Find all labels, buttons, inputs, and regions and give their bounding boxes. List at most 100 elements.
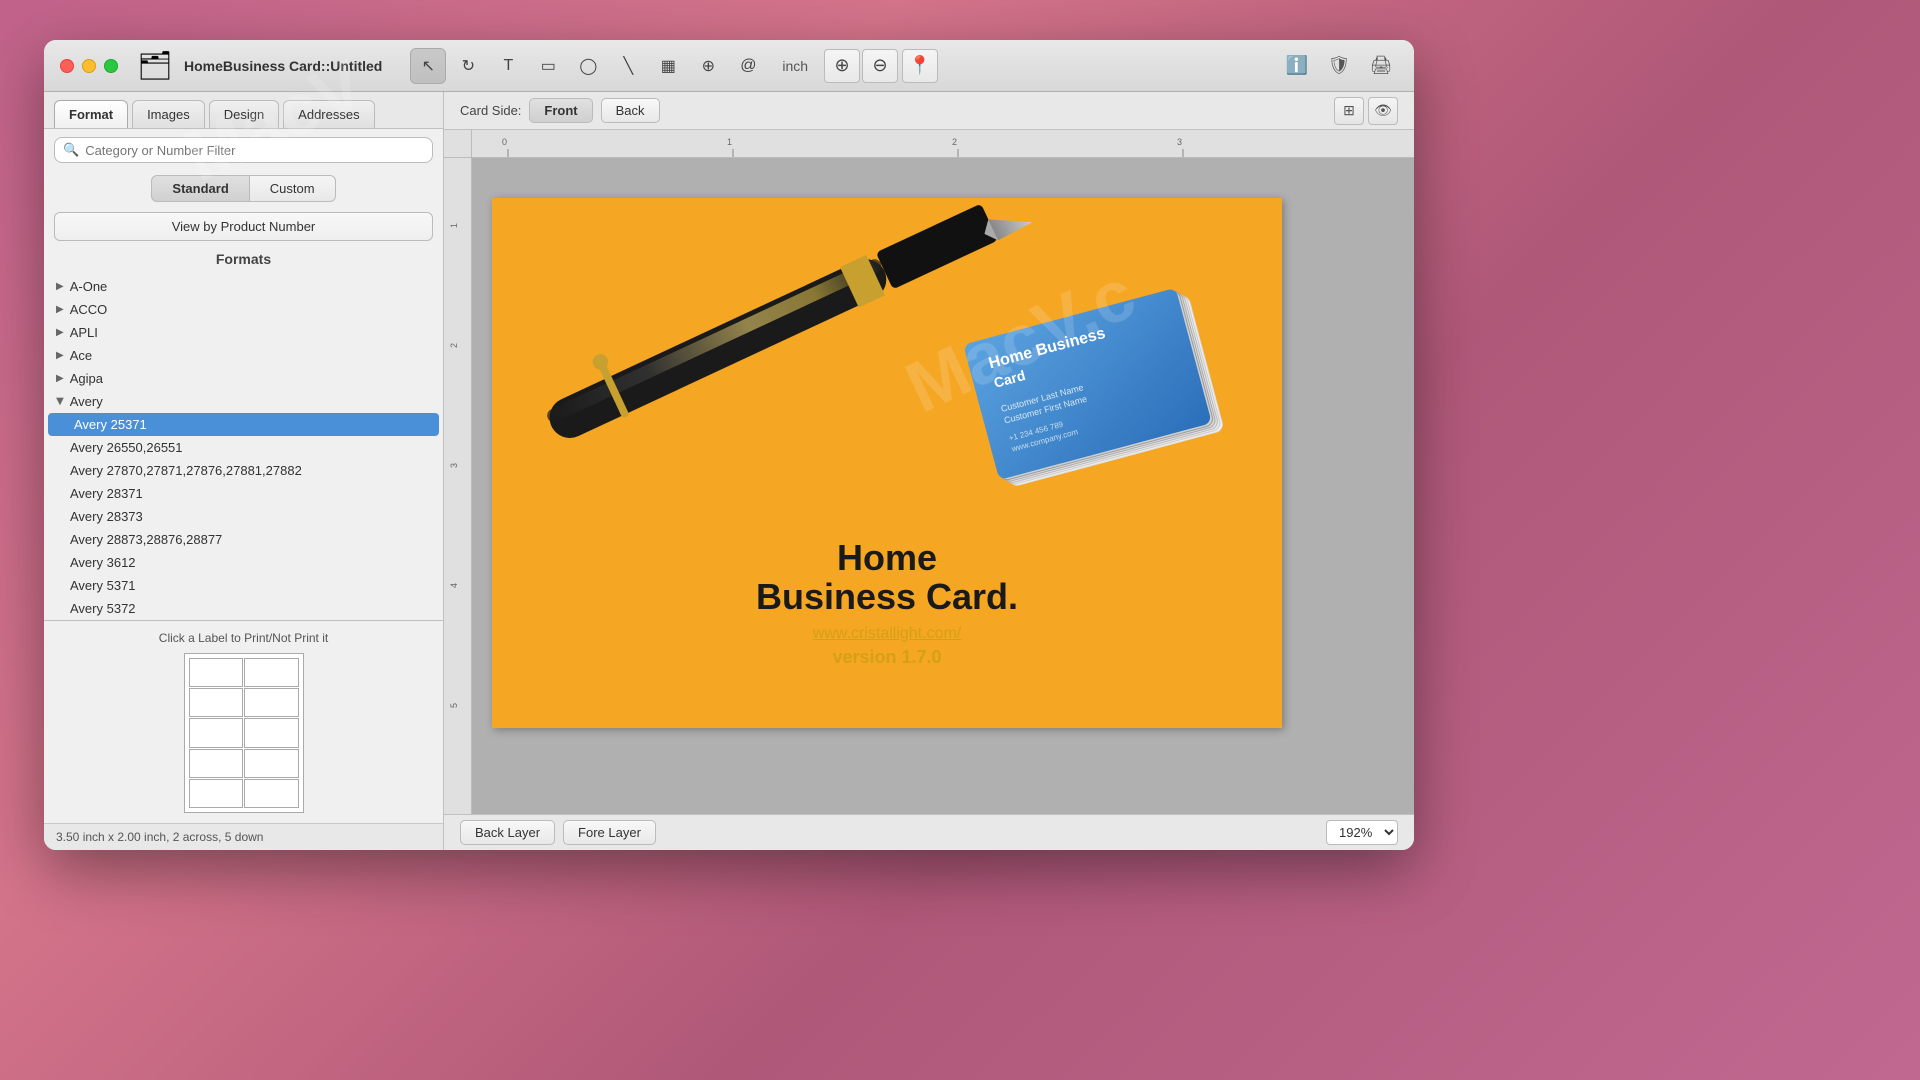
label-cell[interactable] <box>189 688 244 717</box>
shield-button[interactable]: 🛡 <box>1322 49 1356 83</box>
close-button[interactable] <box>60 59 74 73</box>
category-apli[interactable]: ▶ APLI <box>44 321 443 344</box>
fore-layer-button[interactable]: Fore Layer <box>563 820 656 845</box>
window-title: HomeBusiness Card::Untitled <box>184 58 382 74</box>
tab-images[interactable]: Images <box>132 100 205 128</box>
main-area: Card Side: Front Back ⊞ 👁 0 <box>444 92 1414 850</box>
view-product-button[interactable]: View by Product Number <box>54 212 433 241</box>
format-avery-3612[interactable]: Avery 3612 <box>44 551 443 574</box>
search-input[interactable] <box>85 143 424 158</box>
format-avery-5371[interactable]: Avery 5371 <box>44 574 443 597</box>
card-side-bar: Card Side: Front Back ⊞ 👁 <box>444 92 1414 130</box>
category-a-one[interactable]: ▶ A-One <box>44 275 443 298</box>
label-cell[interactable] <box>189 779 244 808</box>
zoom-select[interactable]: 192% 100% 150% 200% <box>1326 820 1398 845</box>
category-acco[interactable]: ▶ ACCO <box>44 298 443 321</box>
svg-text:1: 1 <box>727 137 732 147</box>
maximize-button[interactable] <box>104 59 118 73</box>
label-cell[interactable] <box>189 718 244 747</box>
svg-text:4: 4 <box>449 583 459 588</box>
tab-format[interactable]: Format <box>54 100 128 128</box>
barcode-tool-button[interactable]: ▦ <box>650 48 686 84</box>
search-input-wrap: 🔍 <box>54 137 433 163</box>
format-avery-28371[interactable]: Avery 28371 <box>44 482 443 505</box>
zoom-in-button[interactable]: ⊕ <box>824 49 860 83</box>
zoom-select-wrap: 192% 100% 150% 200% <box>1326 820 1398 845</box>
format-avery-28373[interactable]: Avery 28373 <box>44 505 443 528</box>
product-version: version 1.7.0 <box>492 647 1282 668</box>
line-tool-button[interactable]: ╲ <box>610 48 646 84</box>
minimize-button[interactable] <box>82 59 96 73</box>
toolbar: ↖ ↻ T ▭ ◯ ╲ ▦ ⊕ @ <box>410 48 766 84</box>
label-preview <box>184 653 304 813</box>
right-view-buttons: ⊞ 👁 <box>1334 97 1398 125</box>
rect-tool-button[interactable]: ▭ <box>530 48 566 84</box>
chevron-icon: ▶ <box>56 373 64 384</box>
sidebar: Format Images Design Addresses 🔍 Standar… <box>44 92 444 850</box>
pin-button[interactable]: 📍 <box>902 49 938 83</box>
product-title-line1: Home Business Card. <box>492 538 1282 617</box>
info-button[interactable]: ℹ️ <box>1280 49 1314 83</box>
canvas-wrapper: 0 1 2 3 1 2 3 <box>444 130 1414 814</box>
tab-addresses[interactable]: Addresses <box>283 100 374 128</box>
svg-text:0: 0 <box>502 137 507 147</box>
format-avery-5372[interactable]: Avery 5372 <box>44 597 443 620</box>
app-icon: 🗂 <box>134 45 176 87</box>
traffic-lights <box>60 59 118 73</box>
category-label: Ace <box>70 348 92 363</box>
toggle-bar: Standard Custom <box>44 171 443 206</box>
tab-design[interactable]: Design <box>209 100 279 128</box>
svg-text:1: 1 <box>449 223 459 228</box>
canvas-background[interactable]: Home Business Card Customer Last Name Cu… <box>472 158 1414 814</box>
titlebar: 🗂 HomeBusiness Card::Untitled ↖ ↻ T ▭ ◯ … <box>44 40 1414 92</box>
oval-tool-button[interactable]: ◯ <box>570 48 606 84</box>
preview-button[interactable]: 👁 <box>1368 97 1398 125</box>
front-side-button[interactable]: Front <box>529 98 592 123</box>
cursor-tool-button[interactable]: ↖ <box>410 48 446 84</box>
format-avery-27870[interactable]: Avery 27870,27871,27876,27881,27882 <box>44 459 443 482</box>
formats-header: Formats <box>44 247 443 273</box>
bottom-section: Click a Label to Print/Not Print it <box>44 620 443 823</box>
right-toolbar: ℹ️ 🛡 🖨 <box>1280 49 1398 83</box>
label-cell[interactable] <box>244 658 299 687</box>
content-area: Format Images Design Addresses 🔍 Standar… <box>44 92 1414 850</box>
format-avery-26550[interactable]: Avery 26550,26551 <box>44 436 443 459</box>
back-side-button[interactable]: Back <box>601 98 660 123</box>
ruler-corner <box>444 130 472 158</box>
click-label-instruction: Click a Label to Print/Not Print it <box>54 631 433 645</box>
shape-tool-button[interactable]: ⊕ <box>690 48 726 84</box>
status-bar: 3.50 inch x 2.00 inch, 2 across, 5 down <box>44 823 443 850</box>
print-button[interactable]: 🖨 <box>1364 49 1398 83</box>
formats-list: ▶ A-One ▶ ACCO ▶ APLI ▶ Ace ▶ Agipa <box>44 273 443 620</box>
label-cell[interactable] <box>189 749 244 778</box>
chevron-open-icon: ▶ <box>54 398 65 406</box>
category-avery[interactable]: ▶ Avery <box>44 390 443 413</box>
grid-view-button[interactable]: ⊞ <box>1334 97 1364 125</box>
category-label: ACCO <box>70 302 108 317</box>
zoom-out-button[interactable]: ⊖ <box>862 49 898 83</box>
label-cell[interactable] <box>244 688 299 717</box>
category-ace[interactable]: ▶ Ace <box>44 344 443 367</box>
label-cell[interactable] <box>244 749 299 778</box>
category-label: Avery <box>70 394 103 409</box>
rotate-tool-button[interactable]: ↻ <box>450 48 486 84</box>
category-agipa[interactable]: ▶ Agipa <box>44 367 443 390</box>
text-tool-button[interactable]: T <box>490 48 526 84</box>
svg-text:2: 2 <box>449 343 459 348</box>
format-avery-28873[interactable]: Avery 28873,28876,28877 <box>44 528 443 551</box>
label-cell[interactable] <box>244 779 299 808</box>
label-cell[interactable] <box>244 718 299 747</box>
svg-text:5: 5 <box>449 703 459 708</box>
card-side-label: Card Side: <box>460 103 521 118</box>
format-avery-25371[interactable]: Avery 25371 <box>48 413 439 436</box>
pen-illustration <box>492 198 1042 528</box>
standard-toggle[interactable]: Standard <box>151 175 249 202</box>
back-layer-button[interactable]: Back Layer <box>460 820 555 845</box>
chevron-icon: ▶ <box>56 327 64 338</box>
label-cell[interactable] <box>189 658 244 687</box>
custom-toggle[interactable]: Custom <box>250 175 336 202</box>
email-tool-button[interactable]: @ <box>730 48 766 84</box>
category-label: A-One <box>70 279 108 294</box>
chevron-icon: ▶ <box>56 350 64 361</box>
svg-text:3: 3 <box>449 463 459 468</box>
